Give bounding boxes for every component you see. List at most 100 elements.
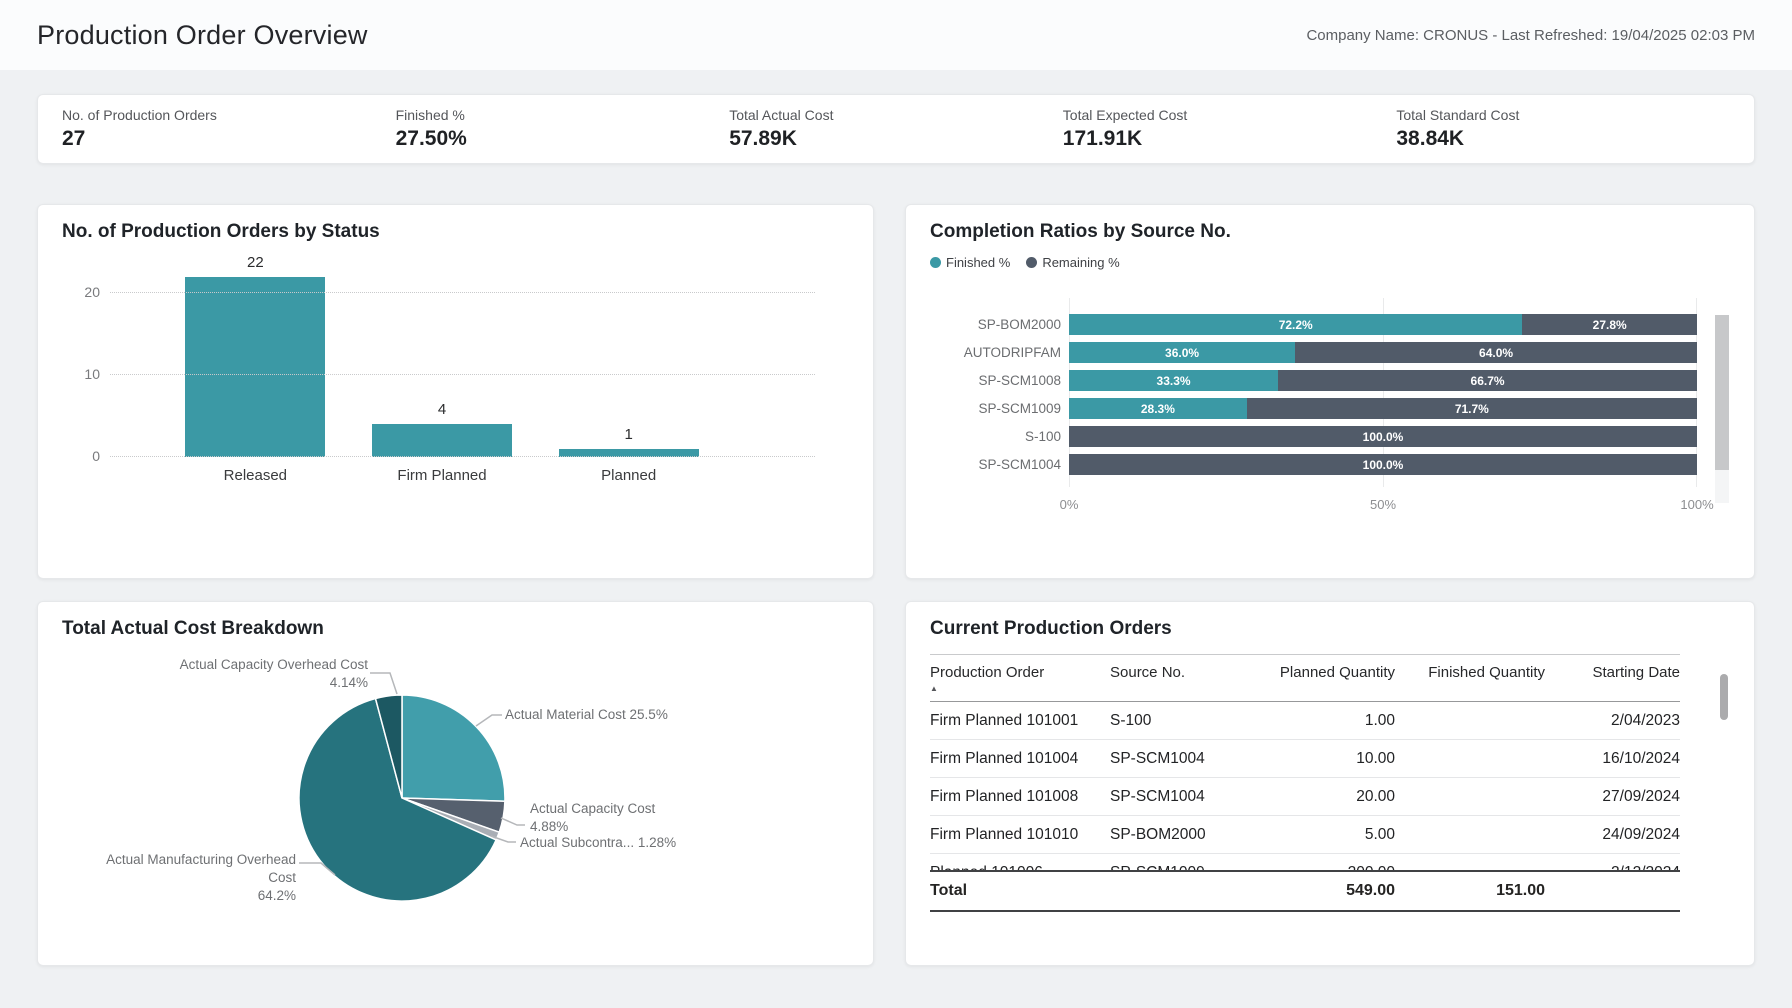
chart-legend: Finished % Remaining % [930,255,1730,270]
table-cell: Firm Planned 101008 [930,788,1110,806]
table-cell: 2/04/2023 [1545,712,1680,730]
bar-track: 36.0%64.0% [1069,342,1697,363]
callout-line: 64.2% [82,887,296,905]
segment-remaining[interactable]: 27.8% [1522,314,1697,335]
segment-finished[interactable]: 72.2% [1069,314,1522,335]
y-gridline: 20 [110,292,815,293]
pie-chart-area: Actual Material Cost 25.5% Actual Capacit… [62,648,849,948]
table-cell: 5.00 [1260,826,1395,844]
category-label: AUTODRIPFAM [930,345,1069,360]
bar-slot: 1 [535,257,722,457]
category-label: SP-SCM1004 [930,457,1069,472]
callout-line: Actual Subcontra... 1.28% [520,834,710,852]
stacked-bar-row: S-100100.0% [930,426,1697,447]
legend-item-finished[interactable]: Finished % [930,255,1010,270]
sort-ascending-icon: ▲ [930,684,1110,693]
kpi-label: Total Standard Cost [1396,107,1730,123]
table-row[interactable]: Firm Planned 101001S-1001.002/04/2023 [930,702,1680,740]
y-axis-tick: 20 [66,284,100,300]
completion-chart-panel: Completion Ratios by Source No. Finished… [905,204,1755,579]
status-bar-chart-panel: No. of Production Orders by Status 2241 … [37,204,874,579]
bar-slot: 22 [162,257,349,457]
table-row[interactable]: Firm Planned 101008SP-SCM100420.0027/09/… [930,778,1680,816]
pie-callout-label: Actual Material Cost 25.5% [505,706,715,724]
column-header-label: Finished Quantity [1428,664,1545,681]
column-header-starting-date[interactable]: Starting Date [1545,664,1680,693]
segment-remaining[interactable]: 64.0% [1295,342,1697,363]
callout-line: Actual Manufacturing Overhead Cost [82,851,296,887]
table-cell: S-100 [1110,712,1260,730]
segment-remaining[interactable]: 71.7% [1247,398,1697,419]
column-chart-bars: 2241 [162,257,722,457]
column-header-finished-quantity[interactable]: Finished Quantity [1395,664,1545,693]
table-cell: SP-SCM1004 [1110,750,1260,768]
bar-firm-planned[interactable] [372,424,512,457]
table-cell [1395,854,1545,870]
x-axis-category: Planned [535,467,722,484]
column-header-label: Production Order [930,664,1044,681]
legend-dot-finished-icon [930,257,941,268]
table-row[interactable]: Firm Planned 101004SP-SCM100410.0016/10/… [930,740,1680,778]
table-row[interactable]: Firm Planned 101010SP-BOM20005.00 24/09/2… [930,816,1680,854]
stacked-bar-row: AUTODRIPFAM36.0%64.0% [930,342,1697,363]
kpi-total-standard-cost: Total Standard Cost 38.84K [1396,107,1730,151]
chart-title: Total Actual Cost Breakdown [62,618,849,640]
column-header-source-no-[interactable]: Source No. [1110,664,1260,693]
kpi-value: 171.91K [1063,127,1397,151]
segment-remaining[interactable]: 100.0% [1069,426,1697,447]
callout-line: Actual Material Cost 25.5% [505,706,715,724]
production-orders-table-panel: Current Production Orders Production Ord… [905,601,1755,966]
bar-value-label: 1 [625,426,633,443]
table-cell: 200.00 [1260,854,1395,870]
table-cell: Firm Planned 101010 [930,826,1110,844]
x-axis-category: Firm Planned [349,467,536,484]
x-axis-tick: 0% [1060,497,1079,512]
kpi-label: Total Actual Cost [729,107,1063,123]
callout-line: Actual Capacity Cost [530,800,700,818]
scrollbar-thumb[interactable] [1715,315,1729,470]
table-row[interactable]: Planned 101006SP-SCM1009200.002/12/2024 [930,854,1680,870]
kpi-value: 27.50% [396,127,730,151]
table-cell: 2/12/2024 [1545,854,1680,870]
segment-remaining[interactable]: 66.7% [1278,370,1697,391]
kpi-total-expected-cost: Total Expected Cost 171.91K [1063,107,1397,151]
category-label: S-100 [930,429,1069,444]
category-label: SP-BOM2000 [930,317,1069,332]
column-chart-plot: 2241 01020 [110,257,815,457]
report-page: No. of Production Orders 27 Finished % 2… [0,94,1792,966]
table-cell: 27/09/2024 [1545,788,1680,806]
stacked-bar-rows: SP-BOM200072.2%27.8% AUTODRIPFAM36.0%64.0… [930,298,1697,487]
segment-finished[interactable]: 28.3% [1069,398,1247,419]
x-axis: 0% 50% 100% [1069,497,1697,513]
table-cell: SP-BOM2000 [1110,826,1260,844]
callout-line: 4.14% [132,674,368,692]
segment-finished[interactable]: 36.0% [1069,342,1295,363]
pie-callout-label: Actual Subcontra... 1.28% [520,834,710,852]
column-header-planned-quantity[interactable]: Planned Quantity [1260,664,1395,693]
completion-chart-scrollbar[interactable] [1715,315,1729,503]
pie-callout-label: Actual Capacity Cost4.88% [530,800,700,836]
pie-slice-actual-material-cost[interactable] [402,695,505,801]
legend-item-remaining[interactable]: Remaining % [1026,255,1119,270]
total-label: Total [930,882,1110,900]
table-scrollbar[interactable] [1720,674,1728,720]
segment-finished[interactable]: 33.3% [1069,370,1278,391]
table-cell: Planned 101006 [930,854,1110,870]
kpi-total-actual-cost: Total Actual Cost 57.89K [729,107,1063,151]
table-cell: 1.00 [1260,712,1395,730]
x-axis-category: Released [162,467,349,484]
kpi-label: Total Expected Cost [1063,107,1397,123]
segment-remaining[interactable]: 100.0% [1069,454,1697,475]
leader-line [370,673,397,694]
kpi-label: No. of Production Orders [62,107,396,123]
bar-released[interactable] [185,277,325,457]
pie-callout-label: Actual Manufacturing Overhead Cost64.2% [82,851,296,906]
table-header-row: Production Order ▲Source No.Planned Quant… [930,654,1680,702]
stacked-bar-row: SP-SCM100833.3%66.7% [930,370,1697,391]
table-cell: 20.00 [1260,788,1395,806]
table-cell: 24/09/2024 [1545,826,1680,844]
table-total-row: Total 549.00 151.00 [930,870,1680,912]
bar-track: 33.3%66.7% [1069,370,1697,391]
column-header-production-order[interactable]: Production Order ▲ [930,664,1110,693]
pie-callout-label: Actual Capacity Overhead Cost4.14% [132,656,368,692]
